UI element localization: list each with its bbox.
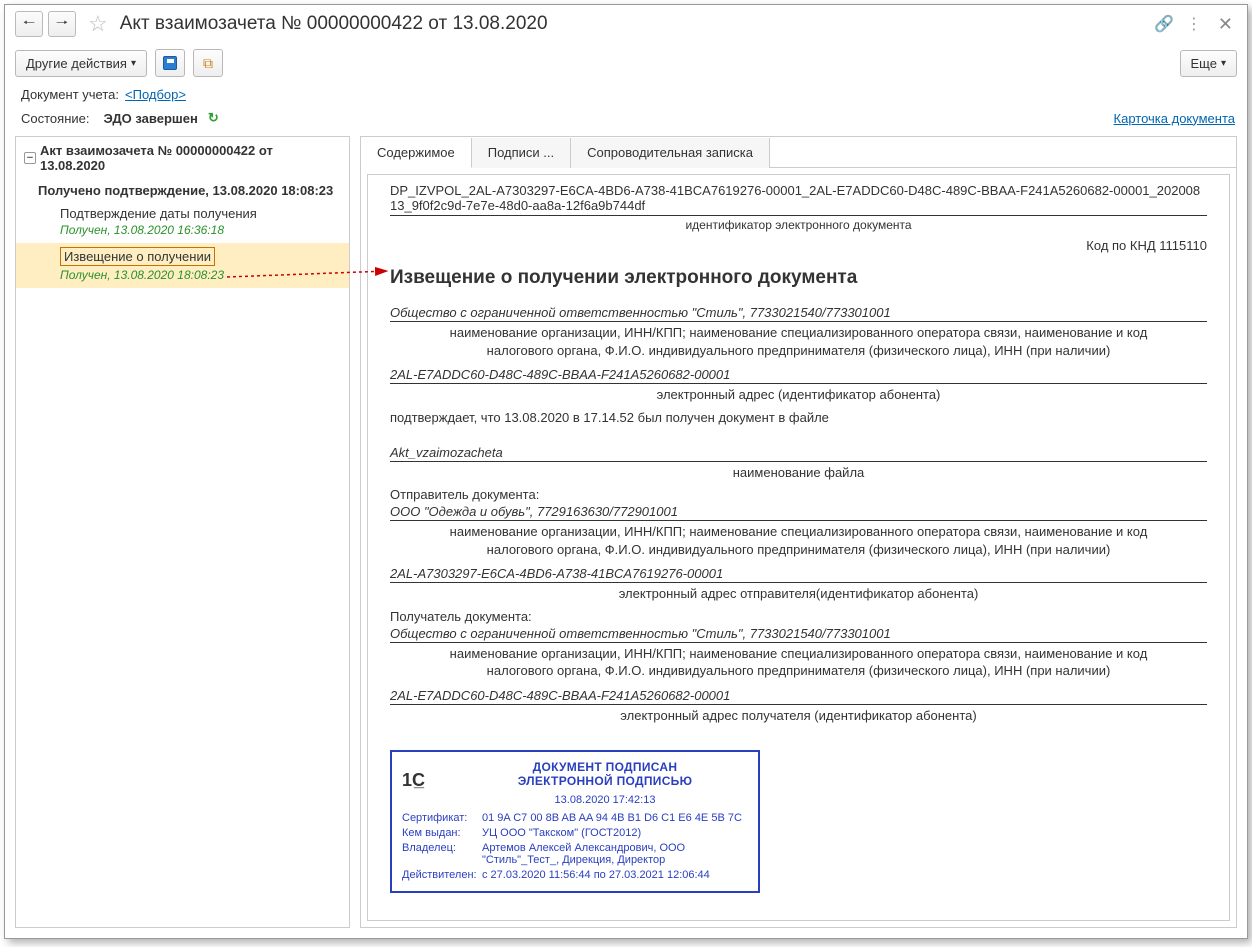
sig-owner-value: Артемов Алексей Александрович, ООО "Стил… bbox=[482, 842, 748, 866]
accounting-doc-label: Документ учета: bbox=[21, 87, 119, 102]
tree-item[interactable]: Извещение о получении bbox=[16, 243, 349, 268]
more-label: Еще bbox=[1191, 56, 1217, 71]
sender-org-caption: наименование организации, ИНН/КПП; наиме… bbox=[390, 521, 1207, 560]
tree-sub-label[interactable]: Получено подтверждение, 13.08.2020 18:08… bbox=[16, 179, 349, 202]
link-icon[interactable]: 🔗 bbox=[1154, 14, 1174, 34]
tree-root[interactable]: − Акт взаимозачета № 00000000422 от 13.0… bbox=[16, 137, 349, 179]
org-line: Общество с ограниченной ответственностью… bbox=[390, 305, 1207, 322]
file-name-caption: наименование файла bbox=[390, 462, 1207, 484]
receiver-org-caption: наименование организации, ИНН/КПП; наиме… bbox=[390, 643, 1207, 682]
sig-head1: ДОКУМЕНТ ПОДПИСАН bbox=[462, 760, 748, 774]
tab-cover-note[interactable]: Сопроводительная записка bbox=[571, 138, 770, 168]
collapse-icon[interactable]: − bbox=[24, 152, 36, 164]
subscriber-address-caption: электронный адрес (идентификатор абонент… bbox=[390, 384, 1207, 406]
sig-cert-value: 01 9A C7 00 8B AB AA 94 4B B1 D6 C1 E6 4… bbox=[482, 812, 748, 824]
receiver-address-caption: электронный адрес получателя (идентифика… bbox=[390, 705, 1207, 727]
structure-button[interactable]: ⧉ bbox=[193, 49, 223, 77]
other-actions-label: Другие действия bbox=[26, 56, 127, 71]
file-identifier: DP_IZVPOL_2AL-A7303297-E6CA-4BD6-A738-41… bbox=[390, 181, 1207, 216]
tree-item[interactable]: Подтверждение даты получения bbox=[16, 202, 349, 223]
subscriber-address: 2AL-E7ADDC60-D48C-489C-BBAA-F241A5260682… bbox=[390, 367, 1207, 384]
state-row: Состояние: ЭДО завершен ↻ Карточка докум… bbox=[5, 106, 1247, 130]
sig-owner-label: Владелец: bbox=[402, 842, 482, 866]
tree-panel: − Акт взаимозачета № 00000000422 от 13.0… bbox=[15, 136, 350, 928]
knd-code: Код по КНД 1115110 bbox=[390, 238, 1207, 253]
receiver-org: Общество с ограниченной ответственностью… bbox=[390, 626, 1207, 643]
accounting-doc-row: Документ учета: <Подбор> bbox=[5, 83, 1247, 106]
tab-content[interactable]: Содержимое bbox=[361, 138, 472, 168]
tree-item-status: Получен, 13.08.2020 18:08:23 bbox=[16, 268, 349, 288]
nav-back-button[interactable]: 🠐 bbox=[15, 11, 43, 37]
confirm-text: подтверждает, что 13.08.2020 в 17.14.52 … bbox=[390, 410, 1207, 425]
sig-valid-value: с 27.03.2020 11:56:44 по 27.03.2021 12:0… bbox=[482, 869, 748, 881]
state-label: Состояние: bbox=[21, 111, 89, 126]
more-button[interactable]: Еще ▾ bbox=[1180, 50, 1237, 77]
sender-address-caption: электронный адрес отправителя(идентифика… bbox=[390, 583, 1207, 605]
sig-valid-label: Действителен: bbox=[402, 869, 482, 881]
tree-item-label: Подтверждение даты получения bbox=[60, 206, 341, 221]
sig-cert-label: Сертификат: bbox=[402, 812, 482, 824]
other-actions-button[interactable]: Другие действия ▾ bbox=[15, 50, 147, 77]
toolbar: Другие действия ▾ ⧉ Еще ▾ bbox=[5, 43, 1247, 83]
dropdown-caret-icon: ▾ bbox=[131, 58, 136, 69]
signature-stamp: 1C̲ ДОКУМЕНТ ПОДПИСАН ЭЛЕКТРОННОЙ ПОДПИС… bbox=[390, 750, 760, 893]
document-viewer[interactable]: DP_IZVPOL_2AL-A7303297-E6CA-4BD6-A738-41… bbox=[368, 175, 1229, 920]
sender-org: ООО "Одежда и обувь", 7729163630/7729010… bbox=[390, 504, 1207, 521]
document-card-link[interactable]: Карточка документа bbox=[1114, 111, 1235, 126]
save-icon bbox=[163, 56, 177, 70]
state-value: ЭДО завершен bbox=[103, 111, 197, 126]
close-button[interactable]: ✕ bbox=[1214, 14, 1237, 35]
window-frame: 🠐 🠒 ☆ Акт взаимозачета № 00000000422 от … bbox=[4, 4, 1248, 939]
sig-issuer-value: УЦ ООО "Такском" (ГОСТ2012) bbox=[482, 827, 748, 839]
window-title: Акт взаимозачета № 00000000422 от 13.08.… bbox=[120, 13, 548, 35]
sender-address: 2AL-A7303297-E6CA-4BD6-A738-41BCA7619276… bbox=[390, 566, 1207, 583]
pick-link[interactable]: <Подбор> bbox=[125, 87, 186, 102]
dropdown-caret-icon: ▾ bbox=[1221, 58, 1226, 69]
tabs: Содержимое Подписи ... Сопроводительная … bbox=[361, 137, 1236, 168]
document-title: Извещение о получении электронного докум… bbox=[390, 267, 1207, 289]
org-caption: наименование организации, ИНН/КПП; наиме… bbox=[390, 322, 1207, 361]
titlebar: 🠐 🠒 ☆ Акт взаимозачета № 00000000422 от … bbox=[5, 5, 1247, 43]
sender-label: Отправитель документа: bbox=[390, 487, 1207, 502]
favorite-star-icon[interactable]: ☆ bbox=[88, 11, 108, 37]
1c-logo-icon: 1C̲ bbox=[402, 770, 425, 791]
sig-head2: ЭЛЕКТРОННОЙ ПОДПИСЬЮ bbox=[462, 774, 748, 788]
receiver-address: 2AL-E7ADDC60-D48C-489C-BBAA-F241A5260682… bbox=[390, 688, 1207, 705]
tree-root-label: Акт взаимозачета № 00000000422 от 13.08.… bbox=[40, 143, 341, 173]
tree-item-status: Получен, 13.08.2020 16:36:18 bbox=[16, 223, 349, 243]
nav-forward-button[interactable]: 🠒 bbox=[48, 11, 76, 37]
sig-issuer-label: Кем выдан: bbox=[402, 827, 482, 839]
kebab-menu-icon[interactable]: ⋮ bbox=[1186, 14, 1202, 34]
tab-signatures[interactable]: Подписи ... bbox=[472, 138, 571, 168]
hierarchy-icon: ⧉ bbox=[203, 55, 213, 72]
receiver-label: Получатель документа: bbox=[390, 609, 1207, 624]
file-name: Akt_vzaimozacheta bbox=[390, 445, 1207, 462]
save-button[interactable] bbox=[155, 49, 185, 77]
refresh-icon[interactable]: ↻ bbox=[208, 110, 219, 126]
file-id-caption: идентификатор электронного документа bbox=[390, 218, 1207, 232]
tree-item-label: Извещение о получении bbox=[60, 247, 215, 266]
content-panel: Содержимое Подписи ... Сопроводительная … bbox=[360, 136, 1237, 928]
sig-date: 13.08.2020 17:42:13 bbox=[462, 794, 748, 806]
